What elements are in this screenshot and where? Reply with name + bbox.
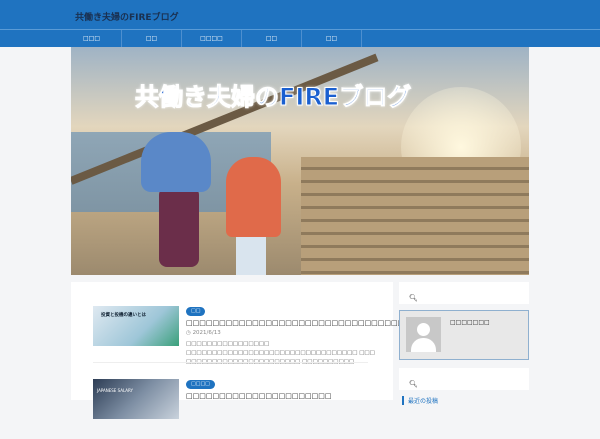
header-banner-image: 共働き夫婦のFIREブログ bbox=[71, 47, 529, 275]
post-title[interactable]: □□□□□□□□□□□□□□□□□□□□□□ bbox=[186, 392, 332, 400]
search-icon[interactable]: 🔍︎ bbox=[409, 380, 418, 388]
site-header: 共働き夫婦のFIREブログ bbox=[0, 0, 600, 29]
post-card[interactable]: 投資と投機の違いとは □□ □□□□□□□□□□□□□□□□□□□□□□□□□□… bbox=[93, 306, 424, 366]
man-figure bbox=[141, 132, 211, 192]
post-title[interactable]: □□□□□□□□□□□□□□□□□□□□□□□□□□□□□□□□□□□□ bbox=[186, 319, 424, 327]
nav-item[interactable]: □□ bbox=[242, 30, 302, 47]
post-list: 投資と投機の違いとは □□ □□□□□□□□□□□□□□□□□□□□□□□□□□… bbox=[71, 282, 424, 419]
divider bbox=[93, 362, 368, 363]
category-badge[interactable]: □□ bbox=[186, 307, 206, 316]
post-thumbnail[interactable]: JAPANESE SALARY bbox=[93, 379, 179, 419]
global-nav: □□□ □□ □□□□ □□ □□ bbox=[0, 29, 600, 47]
post-date-text: 2021/6/13 bbox=[192, 330, 221, 336]
post-card[interactable]: JAPANESE SALARY □□□□ □□□□□□□□□□□□□□□□□□□… bbox=[93, 379, 383, 439]
avatar bbox=[406, 317, 441, 352]
category-badge[interactable]: □□□□ bbox=[186, 380, 215, 389]
thumb-text: 投資と投機の違いとは bbox=[101, 313, 146, 318]
woman-figure bbox=[226, 157, 281, 237]
man-figure-legs bbox=[159, 187, 199, 267]
stairs bbox=[301, 157, 529, 275]
recent-posts-heading: 最近の投稿 bbox=[402, 396, 438, 405]
post-date: ◷ 2021/6/13 bbox=[186, 330, 221, 336]
nav-item[interactable]: □□ bbox=[302, 30, 362, 47]
nav-item[interactable]: □□ bbox=[122, 30, 182, 47]
search-icon[interactable]: 🔍︎ bbox=[409, 294, 418, 302]
post-thumbnail[interactable]: 投資と投機の違いとは bbox=[93, 306, 179, 346]
profile-name: □□□□□□□ bbox=[450, 319, 490, 326]
nav-item[interactable]: □□□□ bbox=[182, 30, 242, 47]
nav-item[interactable]: □□□ bbox=[62, 30, 122, 47]
thumb-text: JAPANESE SALARY bbox=[97, 388, 133, 393]
search-widget[interactable]: 🔍︎ bbox=[399, 368, 529, 390]
banner-title: 共働き夫婦のFIREブログ bbox=[134, 83, 412, 112]
search-widget[interactable]: 🔍︎ bbox=[399, 282, 529, 304]
profile-widget: □□□□□□□ bbox=[399, 310, 529, 360]
woman-figure-legs bbox=[236, 235, 266, 275]
site-title[interactable]: 共働き夫婦のFIREブログ bbox=[75, 10, 179, 23]
